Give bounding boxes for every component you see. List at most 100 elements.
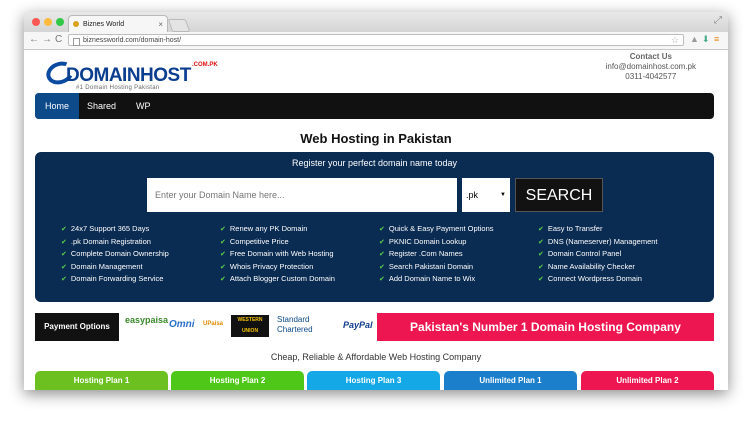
forward-button[interactable]: →: [42, 34, 52, 45]
check-icon: ✔: [61, 226, 67, 233]
feature-item: ✔ .pk Domain Registration: [61, 236, 151, 246]
check-icon: ✔: [538, 251, 544, 258]
check-icon: ✔: [538, 226, 544, 233]
check-icon: ✔: [538, 238, 544, 246]
contact-phone[interactable]: 0311-4042577: [606, 72, 696, 82]
reload-button[interactable]: C: [55, 34, 62, 45]
url-text: biznessworld.com/domain-host/: [83, 37, 182, 44]
tab-title: Biznes World: [83, 21, 125, 28]
logo-text: DOMAINHOST: [66, 65, 191, 86]
check-icon: ✔: [61, 263, 67, 271]
check-icon: ✔: [61, 276, 67, 283]
nav-home[interactable]: Home: [35, 93, 80, 119]
nav-wp[interactable]: WP: [126, 93, 161, 119]
check-icon: ✔: [61, 238, 67, 246]
plan-tab-unlimited-1[interactable]: Unlimited Plan 1: [444, 371, 577, 390]
address-bar[interactable]: biznessworld.com/domain-host/ ☆: [68, 34, 684, 46]
bookmark-star-icon[interactable]: ☆: [671, 34, 679, 46]
feature-item: ✔ PKNIC Domain Lookup: [379, 236, 467, 246]
browser-toolbar: ← → C biznessworld.com/domain-host/ ☆ ▲ …: [24, 32, 728, 50]
feature-item: ✔ Domain Control Panel: [538, 249, 622, 258]
tld-select-value: .pk: [466, 190, 479, 200]
plan-tab-hosting-1[interactable]: Hosting Plan 1: [35, 371, 168, 390]
easypaisa-logo: easypaisa: [125, 315, 169, 325]
tld-select[interactable]: .pk ▼: [462, 178, 510, 212]
feature-item: ✔ Competitive Price: [220, 236, 289, 246]
feature-item: ✔ Attach Blogger Custom Domain: [220, 274, 335, 283]
main-navbar: Home Shared WP: [35, 93, 714, 119]
menu-icon[interactable]: ≡: [714, 34, 719, 44]
promo-banner[interactable]: Pakistan's Number 1 Domain Hosting Compa…: [377, 313, 714, 341]
favicon-icon: [73, 21, 79, 27]
paypal-logo: PayPal: [343, 320, 373, 330]
window-controls: [32, 18, 64, 26]
tagline: Cheap, Reliable & Affordable Web Hosting…: [270, 352, 482, 362]
tab-close-icon[interactable]: ×: [158, 16, 163, 33]
feature-item: ✔ Easy to Transfer: [538, 224, 603, 233]
payment-options-label: Payment Options: [35, 313, 119, 341]
check-icon: ✔: [61, 251, 67, 258]
check-icon: ✔: [220, 226, 226, 233]
check-icon: ✔: [379, 226, 385, 233]
domain-search-panel: Register your perfect domain name today …: [35, 152, 714, 302]
search-button[interactable]: SEARCH: [515, 178, 603, 212]
feature-item: ✔ Add Domain Name to Wix: [379, 274, 476, 283]
browser-window: Biznes World × ⤢ ← → C biznessworld.com/…: [24, 12, 728, 390]
logo-tagline: #1 Domain Hosting Pakistan: [76, 85, 160, 91]
omni-logo: Omni: [169, 319, 195, 330]
plan-tab-hosting-2[interactable]: Hosting Plan 2: [171, 371, 304, 390]
payment-banner: Payment Options easypaisa Omni UPaisa WE…: [35, 312, 714, 342]
check-icon: ✔: [538, 276, 544, 283]
feature-item: ✔ Complete Domain Ownership: [61, 249, 169, 258]
standard-chartered-logo: Standard Chartered: [277, 315, 313, 334]
site-logo[interactable]: DOMAINHOST .COM.PK #1 Domain Hosting Pak…: [43, 57, 218, 94]
plan-tab-hosting-3[interactable]: Hosting Plan 3: [307, 371, 440, 390]
nav-shared[interactable]: Shared: [77, 93, 126, 119]
check-icon: ✔: [379, 276, 385, 283]
check-icon: ✔: [379, 263, 385, 271]
feature-item: ✔ Whois Privacy Protection: [220, 261, 314, 271]
back-button[interactable]: ←: [29, 34, 39, 45]
chevron-down-icon: ▼: [500, 192, 506, 198]
feature-item: ✔ Domain Management: [61, 261, 143, 271]
check-icon: ✔: [538, 263, 544, 271]
feature-item: ✔ DNS (Nameserver) Management: [538, 236, 658, 246]
western-union-logo: WESTERN UNION: [231, 315, 269, 337]
page-content: DOMAINHOST .COM.PK #1 Domain Hosting Pak…: [24, 50, 728, 390]
maximize-window-button[interactable]: [56, 18, 64, 26]
plan-tab-unlimited-2[interactable]: Unlimited Plan 2: [581, 371, 714, 390]
download-icon[interactable]: ⬇: [702, 34, 710, 45]
feature-item: ✔ Free Domain with Web Hosting: [220, 249, 334, 258]
extension-icon[interactable]: ▲: [690, 34, 699, 44]
new-tab-button[interactable]: [167, 19, 191, 32]
feature-item: ✔ Name Availability Checker: [538, 261, 635, 271]
feature-item: ✔ Search Pakistani Domain: [379, 261, 474, 271]
check-icon: ✔: [379, 251, 385, 258]
contact-title: Contact Us: [629, 52, 672, 61]
contact-block: Contact Us info@domainhost.com.pk 0311-4…: [606, 52, 696, 82]
tab-strip: Biznes World × ⤢: [24, 12, 728, 32]
page-title: Web Hosting in Pakistan: [300, 131, 452, 146]
plan-tabs: Hosting Plan 1 Hosting Plan 2 Hosting Pl…: [35, 371, 714, 390]
check-icon: ✔: [220, 238, 226, 246]
feature-item: ✔ Quick & Easy Payment Options: [379, 224, 494, 233]
upaisa-logo: UPaisa: [203, 321, 224, 327]
check-icon: ✔: [220, 263, 226, 271]
check-icon: ✔: [379, 238, 385, 246]
domain-search-input[interactable]: [147, 178, 457, 212]
logo-tld: .COM.PK: [192, 62, 218, 68]
contact-email[interactable]: info@domainhost.com.pk: [606, 62, 696, 72]
check-icon: ✔: [220, 276, 226, 283]
close-window-button[interactable]: [32, 18, 40, 26]
minimize-window-button[interactable]: [44, 18, 52, 26]
page-icon: [73, 38, 80, 46]
check-icon: ✔: [220, 251, 226, 258]
browser-tab[interactable]: Biznes World ×: [68, 15, 168, 32]
feature-item: ✔ Register .Com Names: [379, 249, 463, 258]
search-subtitle: Register your perfect domain name today: [291, 158, 458, 168]
feature-item: ✔ Connect Wordpress Domain: [538, 274, 642, 283]
feature-item: ✔ Renew any PK Domain: [220, 224, 308, 233]
feature-item: ✔ 24x7 Support 365 Days: [61, 224, 150, 233]
fullscreen-icon[interactable]: ⤢: [714, 15, 722, 26]
feature-item: ✔ Domain Forwarding Service: [61, 274, 164, 283]
